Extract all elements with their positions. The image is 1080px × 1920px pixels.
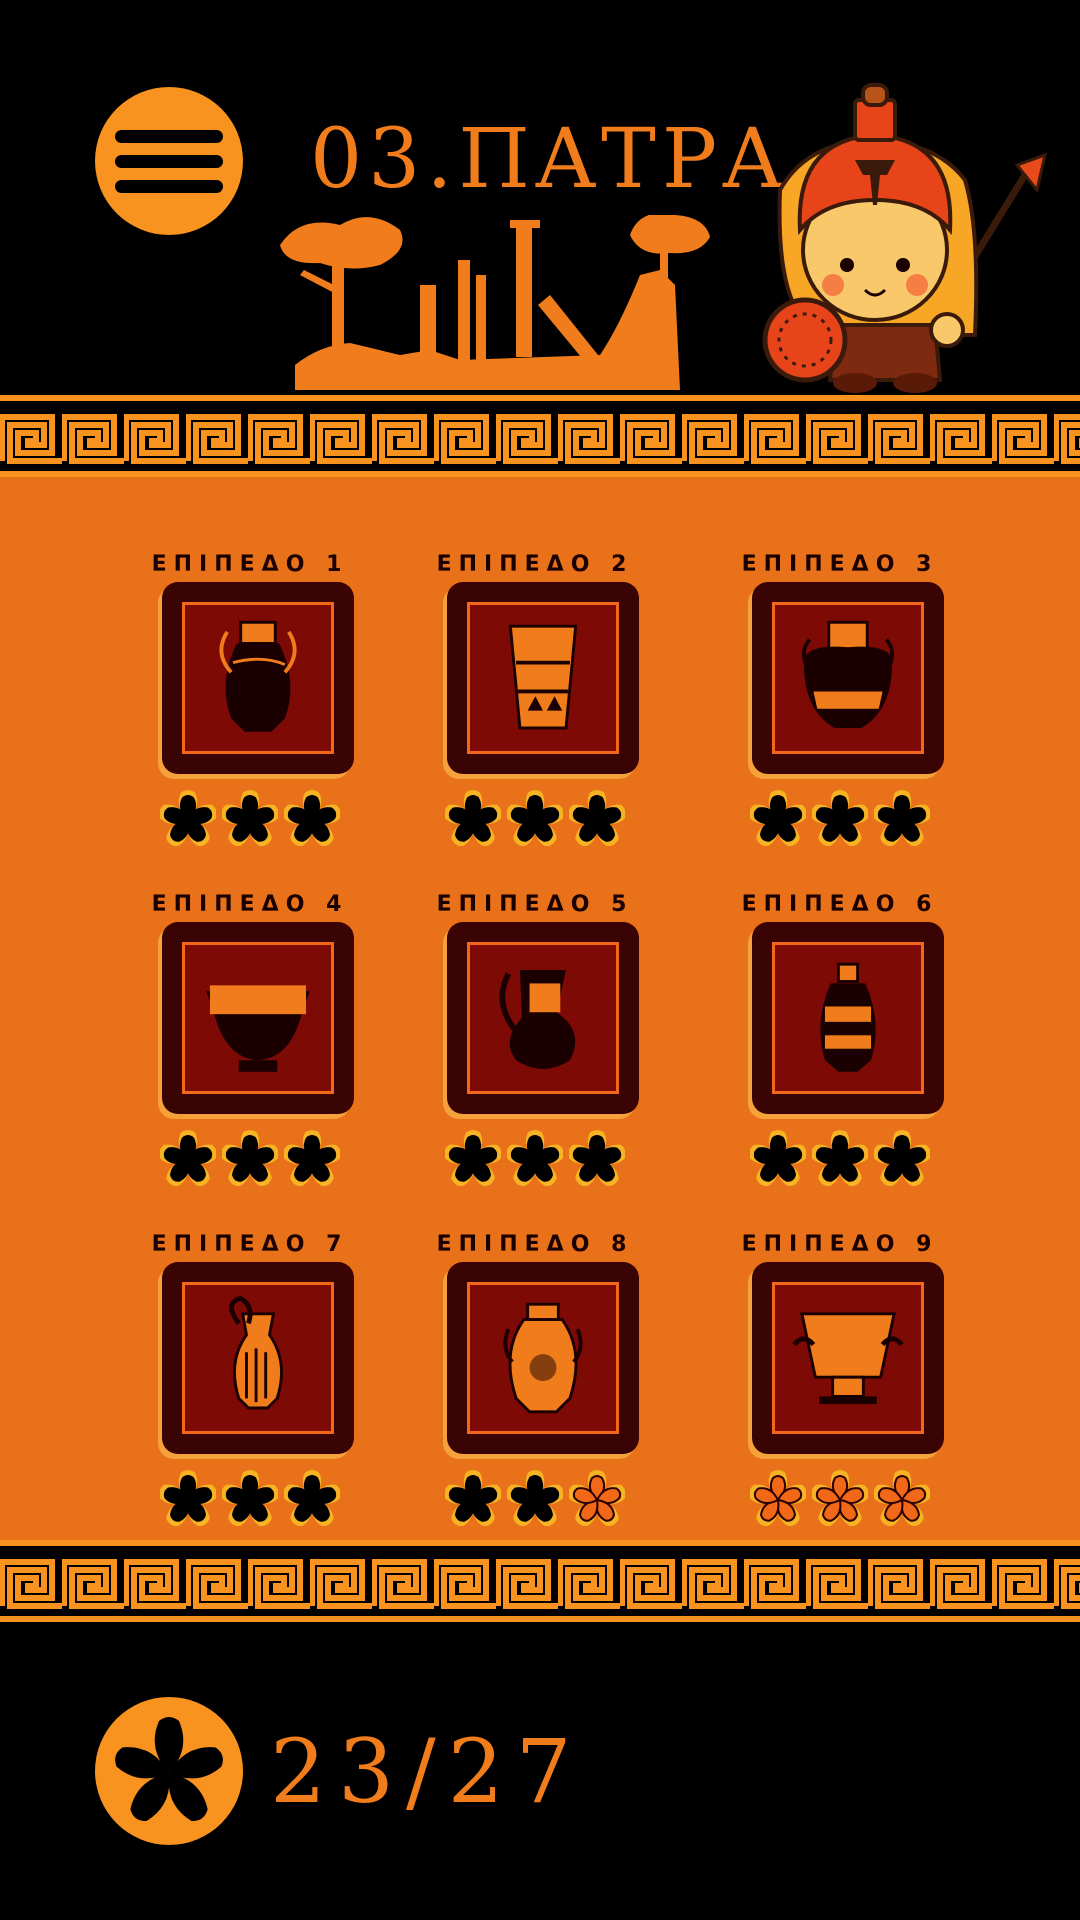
level-label: ΕΠΙΠΕΔΟ 6 <box>741 892 939 917</box>
star-filled-icon <box>221 1130 279 1187</box>
level-tile-8[interactable] <box>447 1262 639 1454</box>
page-title: 03.ΠΑΤΡΑ <box>310 112 789 207</box>
star-filled-icon <box>444 1470 502 1527</box>
star-empty-icon <box>873 1470 931 1527</box>
level-stars <box>159 1470 360 1527</box>
score-text: 23/27 <box>270 1720 584 1823</box>
ruins-illustration <box>280 215 710 390</box>
level-label: ΕΠΙΠΕΔΟ 9 <box>741 1232 939 1257</box>
level-5: ΕΠΙΠΕΔΟ 5 <box>425 892 645 1192</box>
level-stars <box>444 1470 645 1527</box>
level-1: ΕΠΙΠΕΔΟ 1 <box>140 552 360 852</box>
star-empty-icon <box>811 1470 869 1527</box>
level-stars <box>159 1130 360 1187</box>
score-badge <box>95 1697 243 1845</box>
level-tile-2[interactable] <box>447 582 639 774</box>
star-filled-icon <box>221 790 279 847</box>
meander-border-top <box>0 395 1080 477</box>
footer: 23/27 <box>0 1622 1080 1920</box>
level-label: ΕΠΙΠΕΔΟ 5 <box>436 892 634 917</box>
star-filled-icon <box>444 1130 502 1187</box>
level-6: ΕΠΙΠΕΔΟ 6 <box>730 892 950 1192</box>
level-label: ΕΠΙΠΕΔΟ 4 <box>151 892 349 917</box>
star-filled-icon <box>749 1130 807 1187</box>
star-filled-icon <box>283 1470 341 1527</box>
level-label: ΕΠΙΠΕΔΟ 7 <box>151 1232 349 1257</box>
level-label: ΕΠΙΠΕΔΟ 3 <box>741 552 939 577</box>
level-tile-5[interactable] <box>447 922 639 1114</box>
level-tile-1[interactable] <box>162 582 354 774</box>
star-filled-icon <box>811 1130 869 1187</box>
level-tile-9[interactable] <box>752 1262 944 1454</box>
level-7: ΕΠΙΠΕΔΟ 7 <box>140 1232 360 1532</box>
star-empty-icon <box>749 1470 807 1527</box>
level-tile-6[interactable] <box>752 922 944 1114</box>
level-4: ΕΠΙΠΕΔΟ 4 <box>140 892 360 1192</box>
star-filled-icon <box>811 790 869 847</box>
level-stars <box>159 790 360 847</box>
star-empty-icon <box>568 1470 626 1527</box>
header: 03.ΠΑΤΡΑ <box>0 0 1080 395</box>
level-tile-4[interactable] <box>162 922 354 1114</box>
star-filled-icon <box>568 1130 626 1187</box>
level-stars <box>444 790 645 847</box>
menu-button[interactable] <box>95 87 243 235</box>
level-stars <box>444 1130 645 1187</box>
star-filled-icon <box>159 1130 217 1187</box>
level-label: ΕΠΙΠΕΔΟ 8 <box>436 1232 634 1257</box>
star-filled-icon <box>873 1130 931 1187</box>
menu-icon <box>115 130 223 143</box>
star-filled-icon <box>506 790 564 847</box>
star-filled-icon <box>873 790 931 847</box>
warrior-mascot <box>762 83 1048 393</box>
star-filled-icon <box>283 1130 341 1187</box>
level-grid: ΕΠΙΠΕΔΟ 1 ΕΠΙΠΕΔΟ 2 ΕΠΙΠΕΔΟ 3 ΕΠΙΠΕΔΟ 4 <box>0 477 1080 1540</box>
level-label: ΕΠΙΠΕΔΟ 1 <box>151 552 349 577</box>
star-filled-icon <box>506 1130 564 1187</box>
star-filled-icon <box>159 1470 217 1527</box>
level-stars <box>749 1470 950 1527</box>
flower-star-icon <box>111 1717 227 1827</box>
level-2: ΕΠΙΠΕΔΟ 2 <box>425 552 645 852</box>
level-8: ΕΠΙΠΕΔΟ 8 <box>425 1232 645 1532</box>
star-filled-icon <box>283 790 341 847</box>
star-filled-icon <box>159 790 217 847</box>
level-9: ΕΠΙΠΕΔΟ 9 <box>730 1232 950 1532</box>
level-label: ΕΠΙΠΕΔΟ 2 <box>436 552 634 577</box>
level-3: ΕΠΙΠΕΔΟ 3 <box>730 552 950 852</box>
level-tile-7[interactable] <box>162 1262 354 1454</box>
level-stars <box>749 790 950 847</box>
star-filled-icon <box>221 1470 279 1527</box>
level-tile-3[interactable] <box>752 582 944 774</box>
star-filled-icon <box>506 1470 564 1527</box>
star-filled-icon <box>568 790 626 847</box>
meander-border-bottom <box>0 1540 1080 1622</box>
level-stars <box>749 1130 950 1187</box>
star-filled-icon <box>749 790 807 847</box>
star-filled-icon <box>444 790 502 847</box>
